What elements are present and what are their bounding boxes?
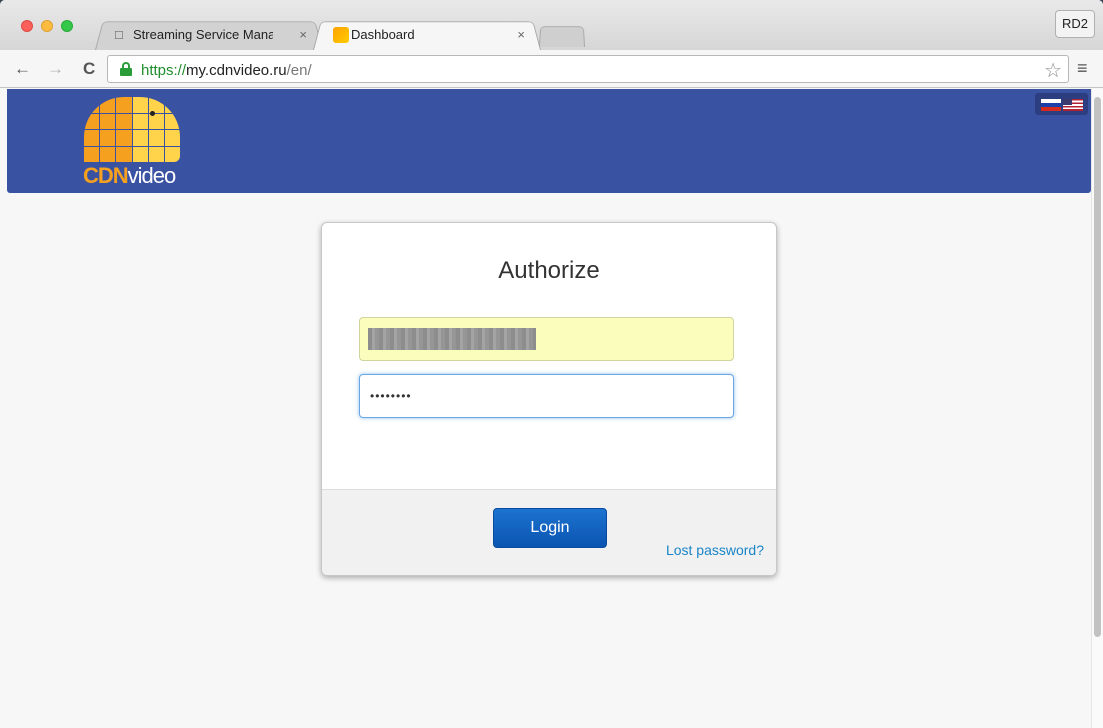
russian-flag-icon[interactable]: [1041, 99, 1061, 111]
page-icon: □: [115, 27, 123, 42]
browser-window: □ Streaming Service Manage × Dashboard ×…: [0, 0, 1103, 728]
tab-close-icon[interactable]: ×: [517, 27, 525, 42]
tab-label: Streaming Service Manage: [133, 27, 273, 42]
tab-streaming-service[interactable]: □ Streaming Service Manage ×: [95, 19, 323, 50]
us-flag-icon[interactable]: [1063, 99, 1083, 111]
lost-password-link[interactable]: Lost password?: [666, 542, 764, 558]
cdnvideo-logo[interactable]: CDNvideo: [83, 97, 183, 189]
page-title: Authorize: [498, 257, 600, 284]
reload-icon[interactable]: C: [83, 59, 95, 79]
new-tab-button[interactable]: [539, 25, 585, 47]
browser-toolbar: ← → C https://my.cdnvideo.ru/en/ ☆ ≡: [0, 50, 1103, 88]
language-switcher: [1035, 93, 1088, 115]
cdnvideo-favicon-icon: [333, 27, 349, 43]
card-footer: Login Lost password?: [322, 489, 776, 575]
username-field[interactable]: [359, 317, 734, 361]
tab-strip: □ Streaming Service Manage × Dashboard ×…: [0, 0, 1103, 50]
profile-button[interactable]: RD2: [1055, 10, 1095, 38]
page-content: CDNvideo Authorize Login Lost password?: [0, 89, 1091, 728]
site-header: CDNvideo: [7, 89, 1091, 193]
scrollbar-thumb[interactable]: [1094, 97, 1101, 637]
tab-close-icon[interactable]: ×: [299, 27, 307, 42]
url-text: https://my.cdnvideo.ru/en/: [141, 62, 312, 79]
bookmark-star-icon[interactable]: ☆: [1044, 58, 1062, 83]
logo-text: CDNvideo: [83, 163, 176, 188]
window-maximize-button[interactable]: [61, 20, 73, 32]
window-close-button[interactable]: [21, 20, 33, 32]
elephant-logo-icon: [84, 97, 180, 162]
window-minimize-button[interactable]: [41, 20, 53, 32]
forward-arrow-icon[interactable]: →: [47, 59, 64, 79]
vertical-scrollbar[interactable]: [1091, 89, 1103, 728]
tab-dashboard[interactable]: Dashboard ×: [313, 19, 541, 50]
login-card: Authorize Login Lost password?: [321, 222, 777, 576]
lock-icon: [120, 62, 132, 76]
back-arrow-icon[interactable]: ←: [14, 59, 31, 79]
password-field[interactable]: [359, 374, 734, 418]
tab-label: Dashboard: [351, 27, 415, 42]
redacted-username: [368, 328, 536, 350]
login-button[interactable]: Login: [493, 508, 607, 548]
address-bar[interactable]: https://my.cdnvideo.ru/en/ ☆: [107, 55, 1069, 83]
menu-icon[interactable]: ≡: [1077, 58, 1088, 79]
